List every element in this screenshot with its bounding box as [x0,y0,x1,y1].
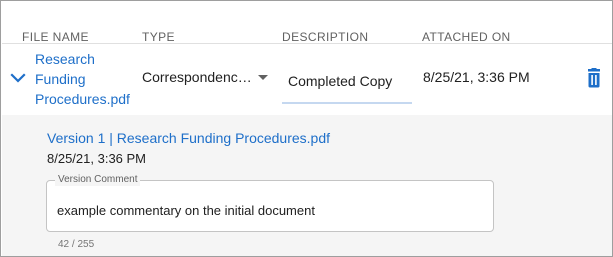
version-link[interactable]: Version 1 | Research Funding Procedures.… [47,130,330,146]
column-header-file-name[interactable]: FILE NAME [22,30,89,44]
version-date: 8/25/21, 3:36 PM [47,151,147,166]
trash-icon[interactable] [585,68,603,88]
character-counter: 42 / 255 [58,239,95,250]
file-name-line: Research [35,51,95,67]
type-select[interactable]: Correspondence… [142,66,272,90]
file-name-line: Funding [35,71,86,87]
table-header: FILE NAME TYPE DESCRIPTION ATTACHED ON [2,2,612,44]
attachments-table: FILE NAME TYPE DESCRIPTION ATTACHED ON R… [0,0,613,257]
type-select-value: Correspondence… [142,69,254,85]
version-comment-field[interactable]: Version Comment example commentary on th… [46,174,494,232]
table-row: Research Funding Procedures.pdf Correspo… [2,44,612,115]
column-header-description[interactable]: DESCRIPTION [282,30,368,44]
attached-on-value: 8/25/21, 3:36 PM [423,69,530,85]
version-comment-label: Version Comment [55,174,141,186]
file-name-line: Procedures.pdf [35,91,130,107]
version-details-panel: Version 1 | Research Funding Procedures.… [2,115,612,256]
column-header-type[interactable]: TYPE [142,30,175,44]
version-comment-text: example commentary on the initial docume… [57,203,315,218]
file-name-link[interactable]: Research Funding Procedures.pdf [35,49,135,109]
dropdown-caret-icon [258,75,268,80]
description-input[interactable] [282,60,412,104]
column-header-attached-on[interactable]: ATTACHED ON [422,30,511,44]
chevron-down-icon[interactable] [10,70,26,86]
